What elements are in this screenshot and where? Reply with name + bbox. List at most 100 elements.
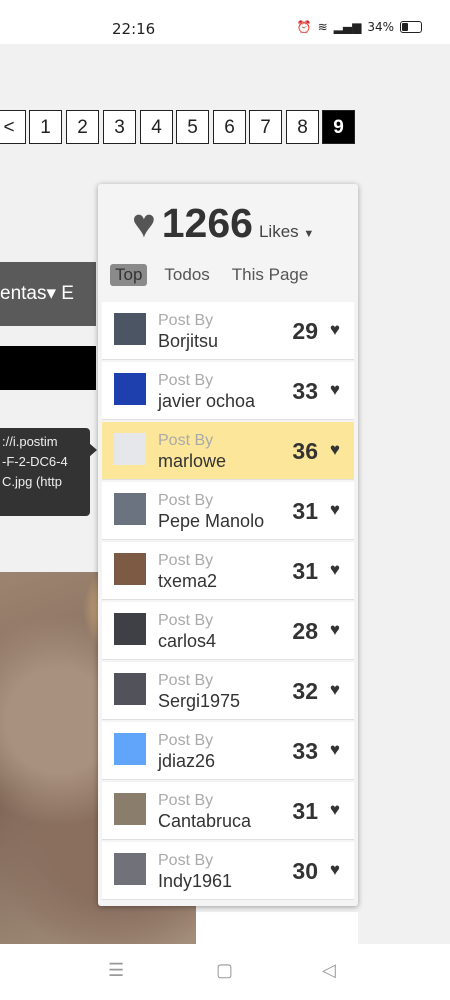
post-by-label: Post By: [158, 612, 214, 629]
status-bar: 22:16 ⏰ ≋ ▂▄▆ 34%: [0, 0, 450, 44]
author-name[interactable]: marlowe: [158, 451, 226, 471]
heart-icon: ♥: [329, 860, 340, 879]
status-icons: ⏰ ≋ ▂▄▆ 34%: [297, 20, 422, 34]
list-item[interactable]: Post By Indy1961 30 ♥: [102, 842, 354, 900]
list-item[interactable]: Post By javier ochoa 33 ♥: [102, 362, 354, 420]
prev-page-button[interactable]: <: [0, 110, 26, 144]
like-score: 30: [292, 858, 318, 884]
caret-down-icon: ▼: [303, 228, 315, 240]
author-name[interactable]: Pepe Manolo: [158, 511, 264, 531]
likes-tabs: Top Todos This Page: [110, 264, 313, 286]
page-7[interactable]: 7: [249, 110, 282, 144]
likes-total: 1266: [161, 200, 253, 246]
tooltip-line-1: ://i.postim: [2, 434, 58, 449]
author-name[interactable]: Sergi1975: [158, 691, 240, 711]
avatar[interactable]: [114, 673, 146, 705]
list-item[interactable]: Post By Sergi1975 32 ♥: [102, 662, 354, 720]
like-score: 31: [292, 558, 318, 584]
likes-dropdown[interactable]: Likes ▼: [259, 222, 314, 242]
alarm-icon: ⏰: [296, 20, 312, 34]
page-4[interactable]: 4: [140, 110, 173, 144]
author-name[interactable]: jdiaz26: [158, 751, 215, 771]
avatar[interactable]: [114, 433, 146, 465]
likes-panel: ♥ 1266 Likes ▼ Top Todos This Page Post …: [98, 184, 358, 906]
avatar[interactable]: [114, 733, 146, 765]
system-nav-bar: ☰ ▢ ◁: [0, 944, 450, 1000]
avatar[interactable]: [114, 793, 146, 825]
list-item[interactable]: Post By Cantabruca 31 ♥: [102, 782, 354, 840]
list-item[interactable]: Post By marlowe 36 ♥: [102, 422, 354, 480]
home-icon[interactable]: ▢: [216, 960, 233, 981]
post-by-label: Post By: [158, 492, 214, 509]
post-by-label: Post By: [158, 372, 214, 389]
like-score: 36: [292, 438, 318, 464]
background-nav-menu[interactable]: entas▾ E: [0, 262, 96, 326]
list-item[interactable]: Post By Borjitsu 29 ♥: [102, 302, 354, 360]
battery-percent: 34%: [367, 20, 394, 34]
post-by-label: Post By: [158, 312, 214, 329]
avatar[interactable]: [114, 853, 146, 885]
status-time: 22:16: [112, 20, 156, 38]
avatar[interactable]: [114, 373, 146, 405]
page-1[interactable]: 1: [29, 110, 62, 144]
likes-label: Likes: [258, 222, 299, 241]
post-by-label: Post By: [158, 852, 214, 869]
author-name[interactable]: Borjitsu: [158, 331, 218, 351]
post-by-label: Post By: [158, 552, 214, 569]
page-5[interactable]: 5: [176, 110, 209, 144]
avatar[interactable]: [114, 313, 146, 345]
url-tooltip: ://i.postim -F-2-DC6-4 C.jpg (http: [0, 428, 90, 516]
tooltip-line-2: -F-2-DC6-4: [2, 454, 68, 469]
avatar[interactable]: [114, 493, 146, 525]
likes-header[interactable]: ♥ 1266 Likes ▼: [132, 200, 314, 246]
heart-icon: ♥: [329, 740, 340, 759]
battery-icon: [400, 21, 422, 33]
list-item[interactable]: Post By carlos4 28 ♥: [102, 602, 354, 660]
heart-icon: ♥: [329, 800, 340, 819]
heart-icon: ♥: [329, 440, 340, 459]
post-by-label: Post By: [158, 672, 214, 689]
tab-this-page[interactable]: This Page: [227, 264, 314, 286]
post-by-label: Post By: [158, 732, 214, 749]
like-score: 32: [292, 678, 318, 704]
heart-icon: ♥: [329, 620, 340, 639]
author-name[interactable]: txema2: [158, 571, 217, 591]
menu-icon[interactable]: ☰: [108, 960, 124, 981]
background-strip: [196, 912, 358, 944]
page-6[interactable]: 6: [213, 110, 246, 144]
tab-top[interactable]: Top: [110, 264, 148, 286]
list-item[interactable]: Post By Pepe Manolo 31 ♥: [102, 482, 354, 540]
author-name[interactable]: javier ochoa: [158, 391, 255, 411]
like-score: 28: [292, 618, 318, 644]
tooltip-line-3: C.jpg (http: [2, 474, 62, 489]
heart-icon: ♥: [329, 320, 340, 339]
heart-icon: ♥: [132, 202, 156, 246]
author-name[interactable]: carlos4: [158, 631, 216, 651]
wifi-icon: ≋: [317, 20, 328, 34]
tooltip-arrow: [89, 443, 97, 457]
signal-icon: ▂▄▆: [333, 20, 362, 34]
page-3[interactable]: 3: [103, 110, 136, 144]
avatar[interactable]: [114, 553, 146, 585]
list-item[interactable]: Post By jdiaz26 33 ♥: [102, 722, 354, 780]
page-8[interactable]: 8: [286, 110, 319, 144]
background-black-bar: [0, 346, 96, 390]
heart-icon: ♥: [329, 500, 340, 519]
page-9-current[interactable]: 9: [322, 110, 355, 144]
like-score: 31: [292, 498, 318, 524]
like-score: 31: [292, 798, 318, 824]
list-item[interactable]: Post By txema2 31 ♥: [102, 542, 354, 600]
page-2[interactable]: 2: [66, 110, 99, 144]
author-name[interactable]: Indy1961: [158, 871, 232, 891]
heart-icon: ♥: [329, 680, 340, 699]
like-score: 29: [292, 318, 318, 344]
post-by-label: Post By: [158, 792, 214, 809]
tab-todos[interactable]: Todos: [159, 264, 214, 286]
back-icon[interactable]: ◁: [322, 960, 336, 981]
like-score: 33: [292, 378, 318, 404]
like-score: 33: [292, 738, 318, 764]
avatar[interactable]: [114, 613, 146, 645]
heart-icon: ♥: [329, 560, 340, 579]
author-name[interactable]: Cantabruca: [158, 811, 251, 831]
heart-icon: ♥: [329, 380, 340, 399]
